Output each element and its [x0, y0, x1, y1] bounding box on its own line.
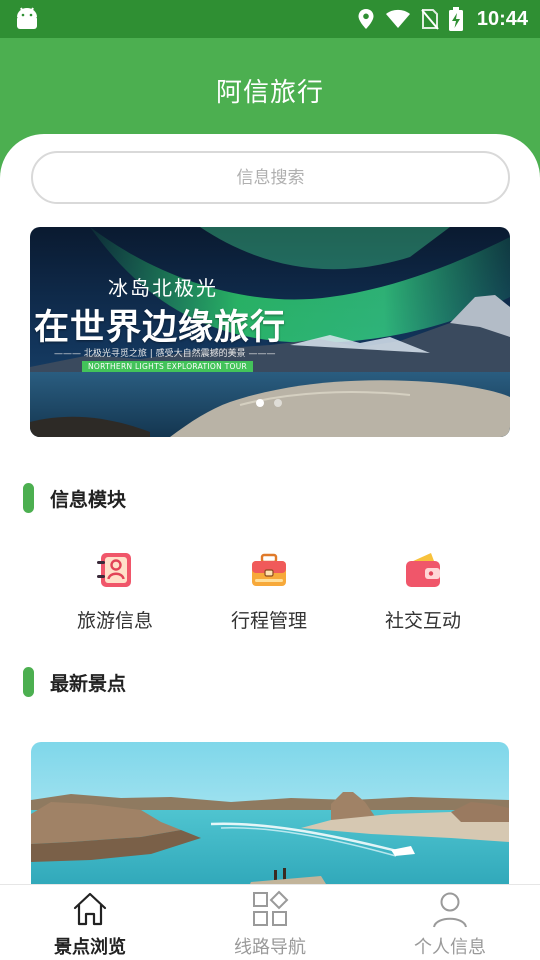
banner-small-title: 冰岛北极光: [108, 276, 218, 300]
section-accent-bar: [23, 483, 34, 513]
tab-route-navigation[interactable]: 线路导航: [180, 885, 360, 960]
latest-section-title: 最新景点: [50, 672, 127, 695]
wifi-icon: [385, 9, 410, 28]
info-section-header: 信息模块: [23, 483, 126, 513]
lake-landscape-image: [31, 742, 509, 892]
person-icon: [433, 892, 467, 928]
module-social[interactable]: 社交互动: [343, 550, 503, 633]
carousel-dot-active[interactable]: [256, 399, 264, 407]
grid-icon: [253, 890, 289, 926]
location-icon: [358, 9, 374, 29]
battery-charging-icon: [448, 7, 463, 31]
module-label: 旅游信息: [76, 610, 153, 632]
app-title: 阿信旅行: [215, 78, 324, 108]
search-input[interactable]: [33, 153, 508, 202]
carousel-indicator: [256, 399, 282, 407]
tab-personal-info[interactable]: 个人信息: [360, 885, 540, 960]
tab-label: 个人信息: [414, 937, 486, 958]
banner-tag: NORTHERN LIGHTS EXPLORATION TOUR: [82, 361, 254, 372]
info-section-title: 信息模块: [50, 488, 127, 511]
latest-section-header: 最新景点: [23, 667, 126, 697]
module-label: 行程管理: [230, 610, 307, 632]
no-sim-icon: [421, 9, 439, 30]
bottom-tab-bar: 景点浏览 线路导航 个人信息: [0, 884, 540, 960]
status-time: 10:44: [476, 7, 528, 30]
search-box[interactable]: [31, 151, 510, 204]
briefcase-icon: [252, 553, 286, 586]
tab-browse-spots[interactable]: 景点浏览: [0, 885, 180, 960]
module-label: 社交互动: [384, 610, 461, 632]
banner-carousel[interactable]: 冰岛北极光 在世界边缘旅行 ——— 北极光寻觅之旅 | 感受大自然震撼的美景 —…: [30, 227, 510, 437]
contact-book-icon: [97, 553, 131, 587]
banner-big-title: 在世界边缘旅行: [34, 308, 287, 348]
tab-label: 线路导航: [234, 937, 306, 958]
latest-spot-card[interactable]: [31, 742, 509, 892]
home-icon: [73, 892, 107, 926]
status-bar: 10:44: [0, 0, 540, 38]
android-icon: [17, 7, 37, 29]
banner-subtitle: ——— 北极光寻觅之旅 | 感受大自然震撼的美景 ———: [54, 349, 276, 359]
section-accent-bar: [23, 667, 34, 697]
module-travel-info[interactable]: 旅游信息: [35, 550, 195, 633]
module-itinerary[interactable]: 行程管理: [189, 550, 349, 633]
wallet-icon: [406, 553, 440, 587]
carousel-dot[interactable]: [274, 399, 282, 407]
info-modules: 旅游信息 行程管理 社交互动: [0, 550, 540, 640]
tab-label: 景点浏览: [54, 937, 126, 958]
